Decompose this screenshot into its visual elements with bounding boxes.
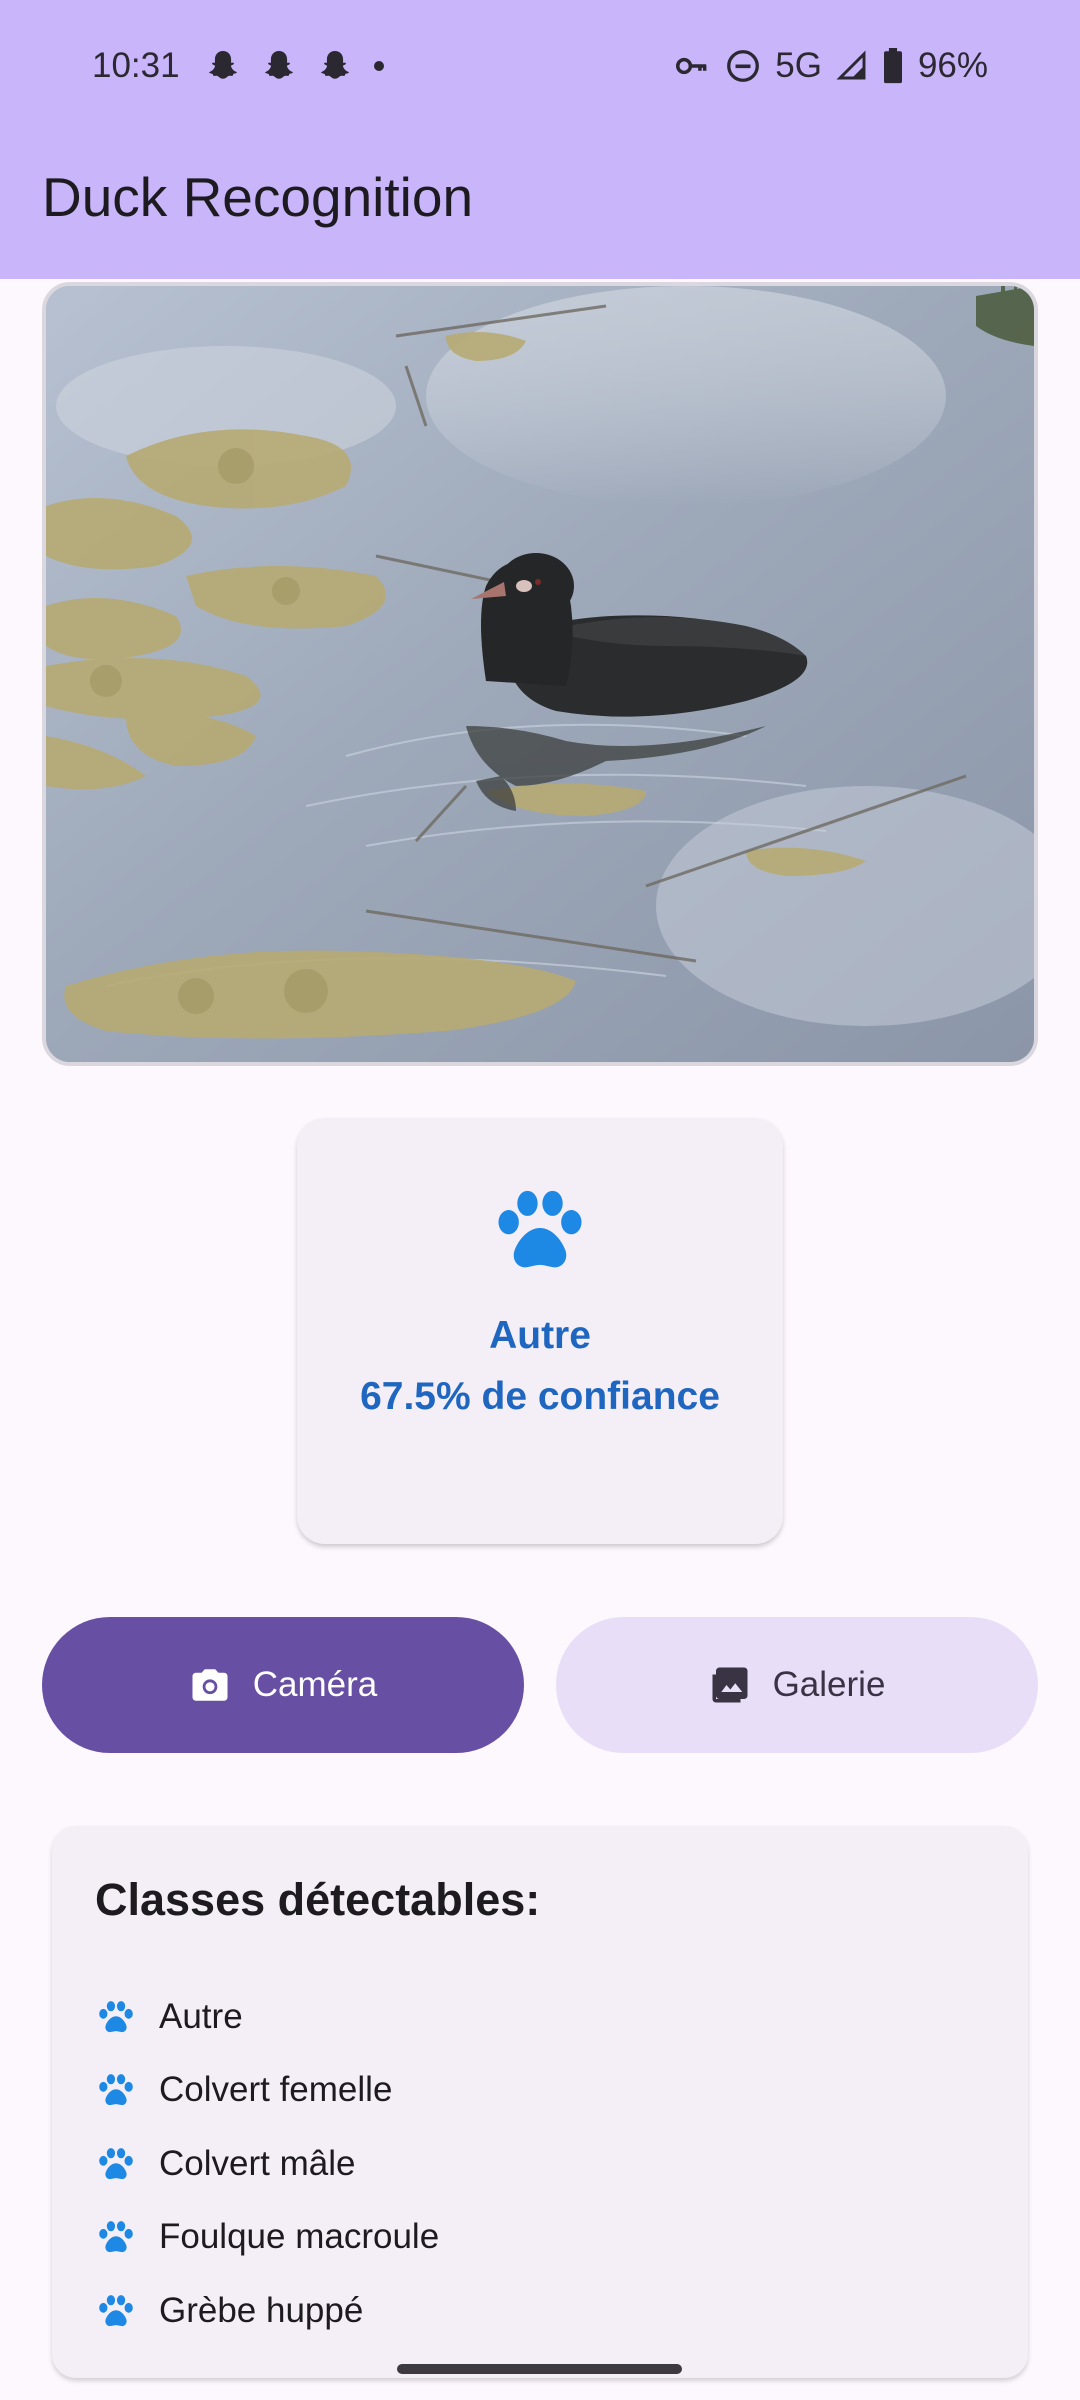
status-time: 10:31 [92, 46, 180, 85]
classes-title: Classes détectables: [95, 1874, 541, 1925]
network-type: 5G [775, 46, 822, 85]
snapchat-icon [265, 51, 293, 79]
snapchat-icon [321, 51, 349, 79]
snapchat-icon [209, 51, 237, 79]
paw-icon [99, 2074, 133, 2106]
confidence-text: 67.5% de confiance [360, 1375, 720, 1418]
camera-button-label: Caméra [252, 1665, 378, 1704]
list-item: Foulque macroule [97, 2201, 439, 2275]
vpn-key-icon [676, 57, 707, 75]
do-not-disturb-icon [727, 50, 760, 82]
classes-list: Autre Colvert femelle Colvert mâle Foulq… [97, 1980, 439, 2348]
paw-icon [99, 2147, 133, 2179]
signal-icon [836, 50, 866, 80]
class-label: Grèbe huppé [159, 2290, 364, 2330]
coot-on-pond-image [46, 286, 1034, 1062]
battery-percent: 96% [917, 46, 988, 85]
detectable-classes-card: Classes détectables: Autre Colvert femel… [52, 1826, 1028, 2378]
status-bar: 10:31 5G 96% [0, 40, 1080, 96]
battery-icon [883, 48, 902, 84]
analyzed-photo [42, 282, 1038, 1066]
paw-icon [99, 2000, 133, 2032]
class-label: Colvert mâle [159, 2143, 356, 2183]
app-title: Duck Recognition [42, 166, 474, 228]
app-bar: 10:31 5G 96% Duck Recognition [0, 0, 1080, 279]
gallery-button-label: Galerie [772, 1665, 886, 1704]
list-item: Colvert mâle [97, 2127, 439, 2201]
system-status-icons: 5G 96% [673, 46, 988, 86]
camera-button[interactable]: Caméra [42, 1617, 524, 1753]
list-item: Autre [97, 1980, 439, 2054]
class-label: Autre [159, 1996, 243, 2036]
prediction-result-card: Autre 67.5% de confiance [297, 1118, 783, 1544]
paw-icon [99, 2294, 133, 2326]
list-item: Grèbe huppé [97, 2274, 439, 2348]
predicted-class: Autre [489, 1314, 591, 1357]
class-label: Colvert femelle [159, 2070, 393, 2110]
paw-icon [498, 1190, 582, 1268]
dot-icon [374, 61, 384, 71]
list-item: Colvert femelle [97, 2054, 439, 2128]
gallery-button[interactable]: Galerie [556, 1617, 1038, 1753]
paw-icon [99, 2221, 133, 2253]
home-indicator[interactable] [397, 2364, 682, 2374]
gallery-icon [712, 1667, 748, 1703]
notification-icons [205, 48, 385, 84]
class-label: Foulque macroule [159, 2217, 440, 2257]
camera-icon [192, 1669, 228, 1701]
